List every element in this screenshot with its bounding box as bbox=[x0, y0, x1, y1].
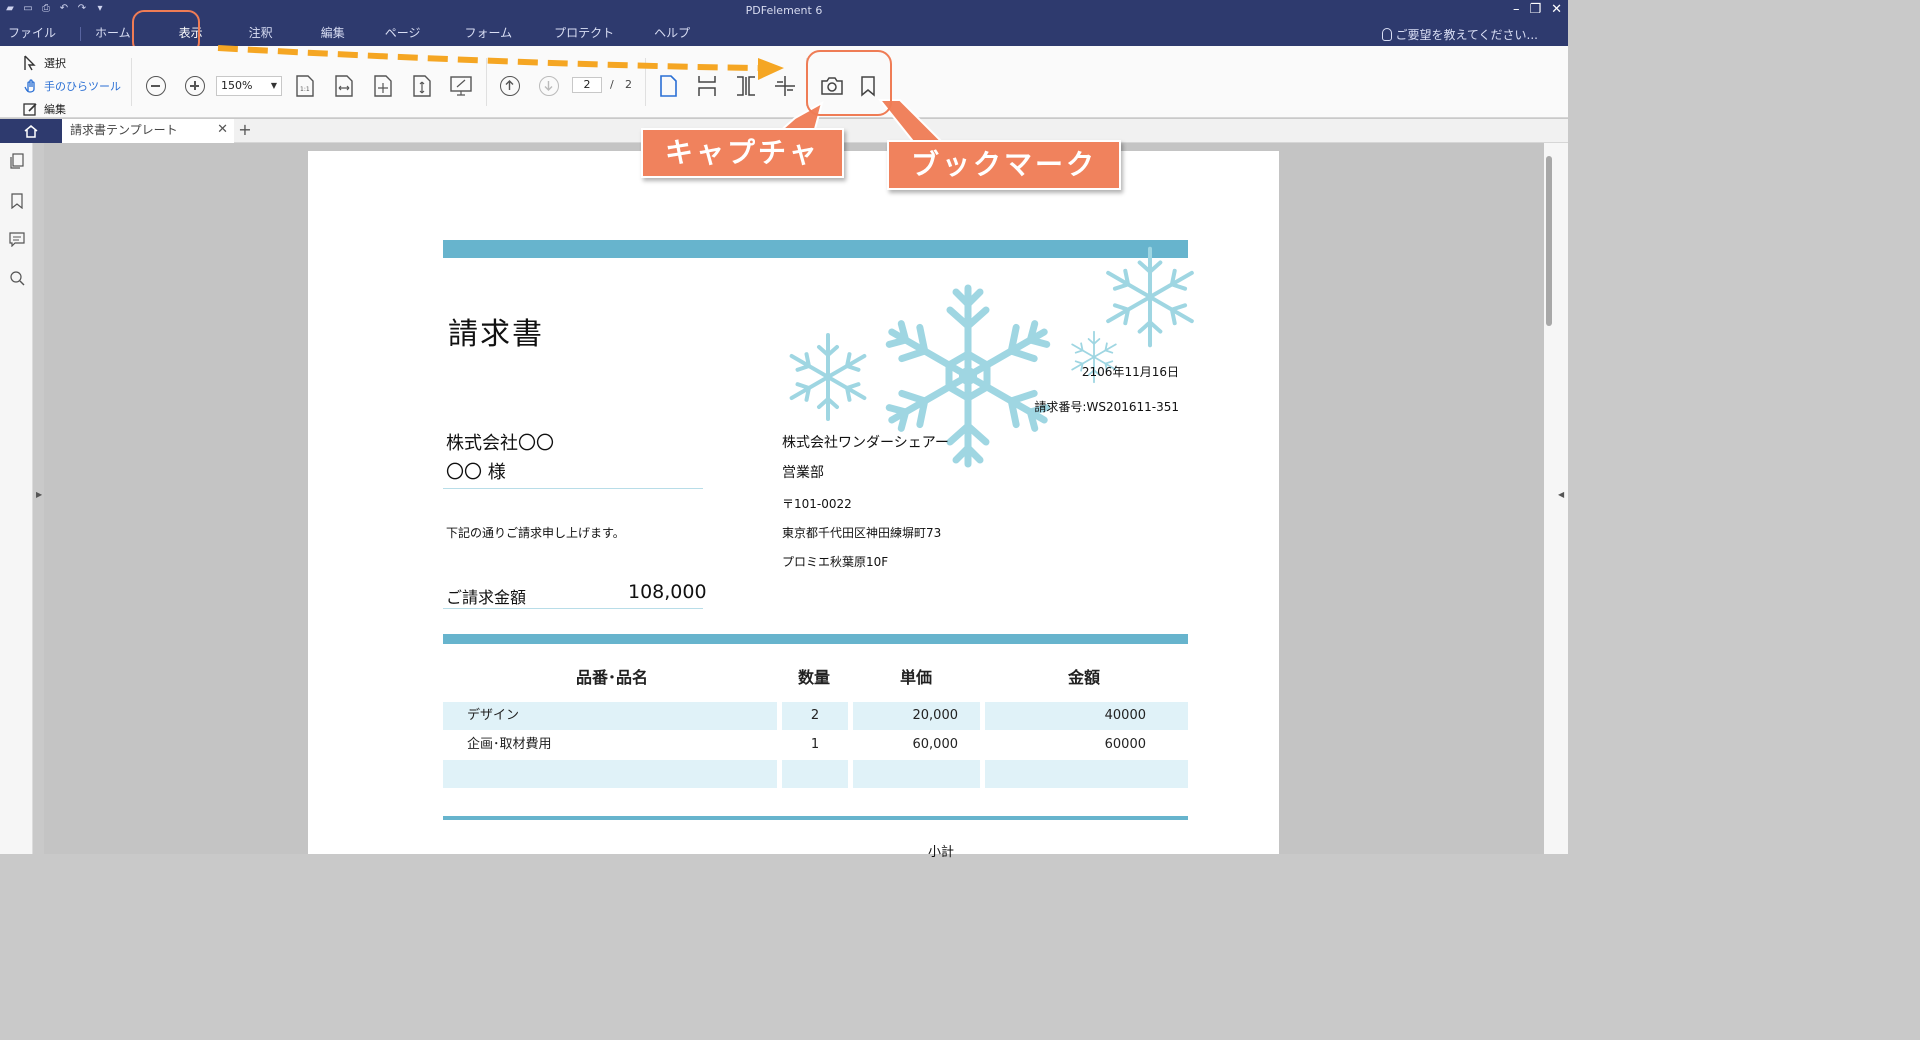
capture-bookmark-highlight-ring bbox=[806, 50, 892, 116]
bookmark-callout: ブックマーク bbox=[887, 140, 1122, 190]
capture-callout: キャプチャ bbox=[641, 128, 844, 178]
dashed-arrow bbox=[217, 45, 761, 71]
arrow-head-icon bbox=[758, 58, 784, 80]
